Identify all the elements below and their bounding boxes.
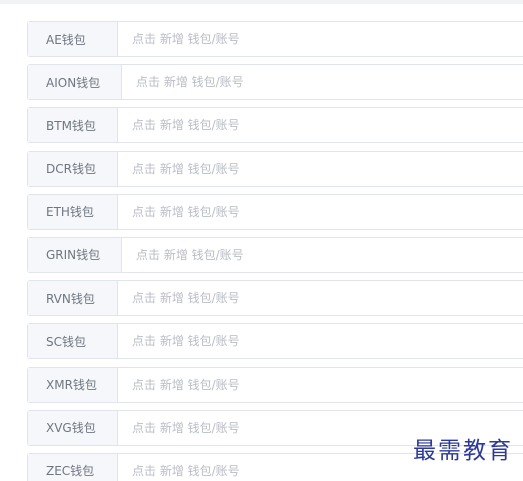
wallet-label-dcr: DCR钱包	[28, 151, 118, 186]
wallet-row-grin: GRIN钱包	[27, 236, 523, 273]
wallet-input-aion[interactable]	[122, 65, 523, 100]
wallet-label-xmr: XMR钱包	[28, 367, 118, 402]
wallet-label-xvg: XVG钱包	[28, 410, 118, 445]
wallet-row-rvn: RVN钱包	[27, 280, 523, 317]
wallet-input-btm[interactable]	[118, 108, 523, 143]
wallet-row-dcr: DCR钱包	[27, 150, 523, 187]
wallet-input-rvn[interactable]	[118, 281, 523, 316]
wallet-input-sc[interactable]	[118, 324, 523, 359]
wallet-row-eth: ETH钱包	[27, 193, 523, 230]
wallet-label-eth: ETH钱包	[28, 194, 118, 229]
wallet-label-grin: GRIN钱包	[28, 237, 122, 272]
wallet-row-ae: AE钱包	[27, 21, 523, 57]
wallet-input-dcr[interactable]	[118, 151, 523, 186]
wallet-label-sc: SC钱包	[28, 324, 118, 359]
wallet-label-btm: BTM钱包	[28, 108, 118, 143]
wallet-input-eth[interactable]	[118, 194, 523, 229]
wallet-row-sc: SC钱包	[27, 323, 523, 360]
watermark-text: 最需教育	[413, 438, 513, 464]
wallet-input-xmr[interactable]	[118, 367, 523, 402]
wallet-label-rvn: RVN钱包	[28, 281, 118, 316]
wallet-label-ae: AE钱包	[28, 22, 118, 56]
wallet-label-aion: AION钱包	[28, 65, 122, 100]
wallet-row-aion: AION钱包	[27, 64, 523, 101]
wallet-label-zec: ZEC钱包	[28, 453, 118, 481]
wallet-settings-page: AE钱包 AION钱包 BTM钱包 DCR钱包 ETH钱包 GRIN钱包 RVN…	[0, 0, 523, 481]
wallet-input-ae[interactable]	[118, 22, 523, 56]
wallet-row-btm: BTM钱包	[27, 107, 523, 144]
wallet-row-xmr: XMR钱包	[27, 366, 523, 403]
wallet-input-grin[interactable]	[122, 237, 523, 272]
top-divider	[0, 0, 523, 4]
wallet-list: AE钱包 AION钱包 BTM钱包 DCR钱包 ETH钱包 GRIN钱包 RVN…	[27, 21, 523, 481]
